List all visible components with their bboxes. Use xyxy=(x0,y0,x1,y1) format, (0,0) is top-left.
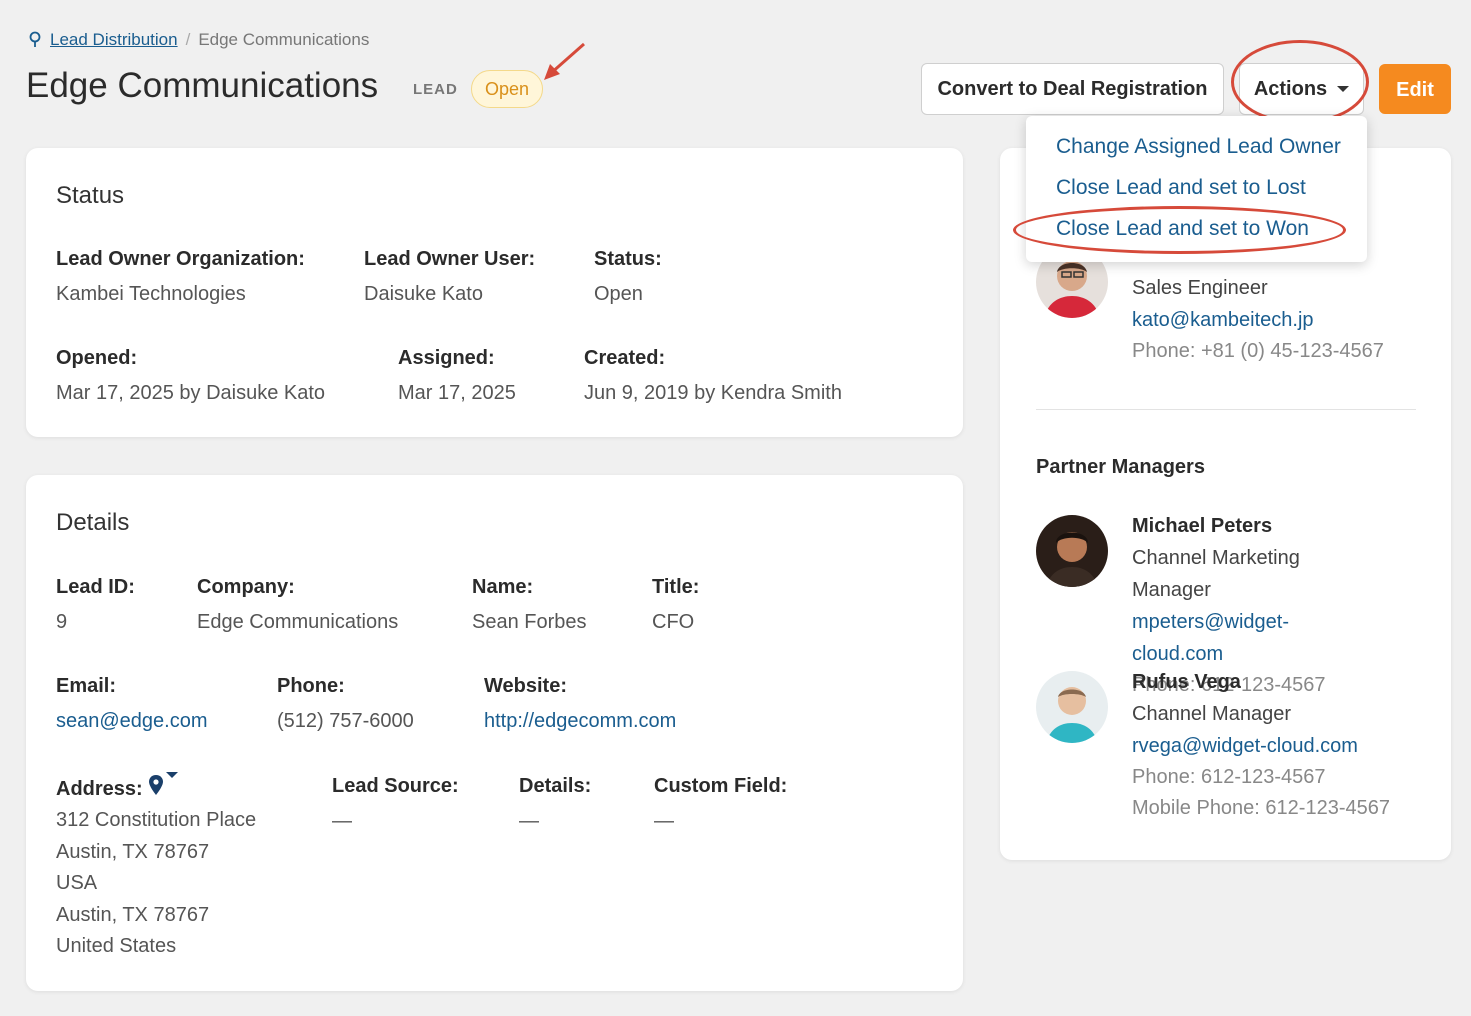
contact-role: Channel Marketing Manager xyxy=(1132,547,1300,601)
field-label: Details: xyxy=(519,775,592,797)
menu-item-close-lead-won[interactable]: Close Lead and set to Won xyxy=(1026,214,1367,255)
lead-source-field: Lead Source: — xyxy=(332,775,459,837)
field-value: CFO xyxy=(652,611,695,633)
field-label: Status: xyxy=(594,248,662,270)
menu-item-change-assigned-lead-owner[interactable]: Change Assigned Lead Owner xyxy=(1026,132,1367,173)
annotation-arrow xyxy=(544,42,585,80)
avatar xyxy=(1036,515,1108,587)
field-label: Title: xyxy=(652,576,700,598)
field-value: 9 xyxy=(56,611,68,633)
company-field: Company: Edge Communications xyxy=(197,576,398,638)
status-field: Status: Open xyxy=(594,248,662,310)
address-line: Austin, TX 78767 xyxy=(56,903,210,926)
breadcrumb: Lead Distribution / Edge Communications xyxy=(28,30,369,50)
website-field: Website: http://edgecomm.com xyxy=(484,675,676,737)
lead-owner-user-field: Lead Owner User: Daisuke Kato xyxy=(364,248,535,310)
address-line: Austin, TX 78767 xyxy=(56,840,210,863)
email-field: Email: sean@edge.com xyxy=(56,675,208,737)
address-field: Address: 312 Constitution Place Austin, … xyxy=(56,772,256,963)
record-type-label: LEAD xyxy=(413,81,458,98)
opened-field: Opened: Mar 17, 2025 by Daisuke Kato xyxy=(56,347,325,409)
breadcrumb-separator: / xyxy=(185,30,191,49)
breadcrumb-current: Edge Communications xyxy=(198,30,370,49)
field-value: Daisuke Kato xyxy=(364,283,483,305)
title-field: Title: CFO xyxy=(652,576,699,638)
status-section-title: Status xyxy=(56,182,125,209)
field-label: Phone: xyxy=(277,675,345,697)
address-line: USA xyxy=(56,872,98,894)
contact-name: Rufus Vega xyxy=(1132,671,1241,693)
contact-role: Sales Engineer xyxy=(1132,277,1268,299)
menu-item-close-lead-lost[interactable]: Close Lead and set to Lost xyxy=(1026,173,1367,214)
field-value: Kambei Technologies xyxy=(56,283,246,305)
field-label: Lead Owner Organization: xyxy=(56,248,305,270)
custom-field: Custom Field: — xyxy=(654,775,787,837)
contact-role: Channel Manager xyxy=(1132,703,1291,725)
website-link[interactable]: http://edgecomm.com xyxy=(484,706,676,737)
contact-phone: Phone: +81 (0) 45-123-4567 xyxy=(1132,340,1384,362)
field-label: Name: xyxy=(472,576,534,598)
field-label: Lead ID: xyxy=(56,576,135,598)
assigned-field: Assigned: Mar 17, 2025 xyxy=(398,347,516,409)
field-label: Assigned: xyxy=(398,347,495,369)
address-lines: 312 Constitution Place Austin, TX 78767 … xyxy=(56,805,256,963)
field-value: — xyxy=(654,810,674,832)
divider xyxy=(1036,409,1416,410)
actions-button[interactable]: Actions xyxy=(1239,63,1364,115)
address-line: 312 Constitution Place xyxy=(56,809,257,831)
field-label: Created: xyxy=(584,347,666,369)
field-value: — xyxy=(519,810,539,832)
partner-managers-title: Partner Managers xyxy=(1036,456,1205,478)
details-section-title: Details xyxy=(56,509,130,536)
contact-name: Michael Peters xyxy=(1132,515,1273,537)
contact-info: Sales Engineer kato@kambeitech.jp Phone:… xyxy=(1132,272,1384,367)
email-link[interactable]: sean@edge.com xyxy=(56,706,208,737)
caret-down-icon[interactable] xyxy=(166,772,179,800)
edit-button[interactable]: Edit xyxy=(1379,64,1451,114)
address-label-row: Address: xyxy=(56,772,256,801)
details-field: Details: — xyxy=(519,775,591,837)
field-value: Mar 17, 2025 xyxy=(398,382,516,404)
contact-phone: Phone: 612-123-4567 xyxy=(1132,766,1326,788)
field-label: Company: xyxy=(197,576,295,598)
field-label: Opened: xyxy=(56,347,138,369)
contact-email-link[interactable]: rvega@widget-cloud.com xyxy=(1132,730,1390,762)
caret-down-icon xyxy=(1337,86,1350,92)
field-value: — xyxy=(332,810,352,832)
lead-owner-org-field: Lead Owner Organization: Kambei Technolo… xyxy=(56,248,305,310)
phone-field: Phone: (512) 757-6000 xyxy=(277,675,414,737)
contact-info: Rufus Vega Channel Manager rvega@widget-… xyxy=(1132,666,1390,824)
field-value: Jun 9, 2019 by Kendra Smith xyxy=(584,382,842,404)
actions-button-label: Actions xyxy=(1253,78,1328,100)
field-label: Address: xyxy=(56,778,143,800)
field-label: Email: xyxy=(56,675,117,697)
page-title: Edge Communications xyxy=(26,66,379,105)
field-label: Custom Field: xyxy=(654,775,788,797)
field-label: Lead Source: xyxy=(332,775,459,797)
address-line: United States xyxy=(56,935,177,957)
map-pin-icon xyxy=(28,31,42,49)
name-field: Name: Sean Forbes xyxy=(472,576,587,638)
field-label: Lead Owner User: xyxy=(364,248,536,270)
field-value: Open xyxy=(594,283,643,305)
field-value: Edge Communications xyxy=(197,611,399,633)
actions-dropdown-menu: Change Assigned Lead Owner Close Lead an… xyxy=(1026,116,1367,262)
avatar xyxy=(1036,671,1108,743)
field-value: (512) 757-6000 xyxy=(277,710,414,732)
contact-mobile-phone: Mobile Phone: 612-123-4567 xyxy=(1132,797,1390,819)
breadcrumb-parent-link[interactable]: Lead Distribution xyxy=(50,30,178,50)
created-field: Created: Jun 9, 2019 by Kendra Smith xyxy=(584,347,842,409)
field-value: Mar 17, 2025 by Daisuke Kato xyxy=(56,382,326,404)
contact-email-link[interactable]: kato@kambeitech.jp xyxy=(1132,304,1384,336)
convert-to-deal-registration-button[interactable]: Convert to Deal Registration xyxy=(921,63,1224,115)
lead-id-field: Lead ID: 9 xyxy=(56,576,135,638)
map-marker-icon[interactable] xyxy=(148,775,164,795)
contact-email-link[interactable]: mpeters@widget-cloud.com xyxy=(1132,606,1326,670)
field-label: Website: xyxy=(484,675,567,697)
field-value: Sean Forbes xyxy=(472,611,587,633)
status-badge: Open xyxy=(471,70,544,108)
